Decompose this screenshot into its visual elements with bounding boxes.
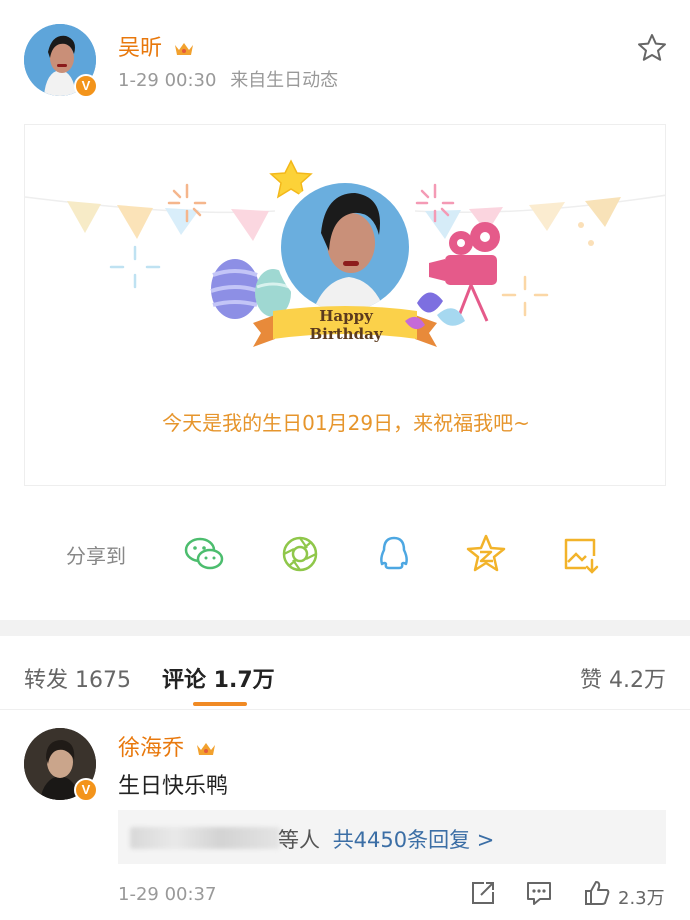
- crown-icon: [175, 43, 194, 55]
- post-header: V 吴昕 1-29 00:30 来自生日动态: [0, 0, 690, 110]
- tab-repost[interactable]: 转发 1675: [24, 662, 131, 694]
- reply-count-link[interactable]: 共4450条回复 >: [333, 828, 495, 852]
- share-row: 分享到: [0, 520, 690, 590]
- save-image-icon[interactable]: [558, 532, 602, 576]
- birthday-illustration: [25, 159, 665, 347]
- qzone-icon[interactable]: [464, 532, 508, 576]
- interaction-tabs: 转发 1675 评论 1.7万 赞 4.2万: [0, 636, 690, 710]
- section-divider: [0, 620, 690, 636]
- post-source: 来自生日动态: [230, 70, 339, 91]
- reply-comment-icon[interactable]: [524, 878, 554, 908]
- reply-summary-text[interactable]: 等人 共4450条回复 >: [278, 824, 494, 854]
- like-thumb-icon[interactable]: [582, 878, 612, 908]
- wechat-icon[interactable]: [182, 532, 226, 576]
- post-time: 1-29 00:30: [118, 70, 217, 91]
- crown-icon: [197, 743, 216, 755]
- author-name[interactable]: 吴昕: [118, 30, 195, 62]
- tab-like[interactable]: 赞 4.2万: [580, 662, 666, 694]
- comment-like-count: 2.3万: [618, 888, 665, 909]
- commenter-name[interactable]: 徐海乔: [118, 730, 217, 762]
- birthday-message: 今天是我的生日01月29日，来祝福我吧~: [162, 411, 530, 435]
- favorite-star-icon[interactable]: [636, 32, 668, 64]
- share-comment-icon[interactable]: [468, 878, 498, 908]
- share-label: 分享到: [66, 544, 126, 568]
- comment-item: V 徐海乔 生日快乐鸭 等人 共4450条回复 > 1-29 00:37 2.3…: [0, 712, 690, 920]
- comment-text: 生日快乐鸭: [118, 774, 229, 799]
- author-name-text[interactable]: 吴昕: [118, 36, 162, 61]
- moments-icon[interactable]: [278, 532, 322, 576]
- commenter-name-text[interactable]: 徐海乔: [118, 736, 184, 761]
- birthday-card[interactable]: Happy Birthday 今天是我的生日01月29日，来祝福我吧~: [24, 124, 666, 486]
- post-meta: 1-29 00:30 来自生日动态: [118, 66, 338, 92]
- reply-suffix: 等人: [278, 828, 320, 852]
- verified-badge: V: [74, 74, 98, 98]
- happy-birthday-banner: Happy Birthday: [309, 307, 383, 343]
- tab-comment[interactable]: 评论 1.7万: [162, 662, 275, 694]
- commenter-verified-badge: V: [74, 778, 98, 802]
- reply-summary[interactable]: 等人 共4450条回复 >: [118, 810, 666, 864]
- active-tab-indicator: [193, 702, 247, 706]
- qq-icon[interactable]: [372, 532, 416, 576]
- blurred-replier-names: [130, 827, 280, 849]
- comment-time: 1-29 00:37: [118, 884, 217, 905]
